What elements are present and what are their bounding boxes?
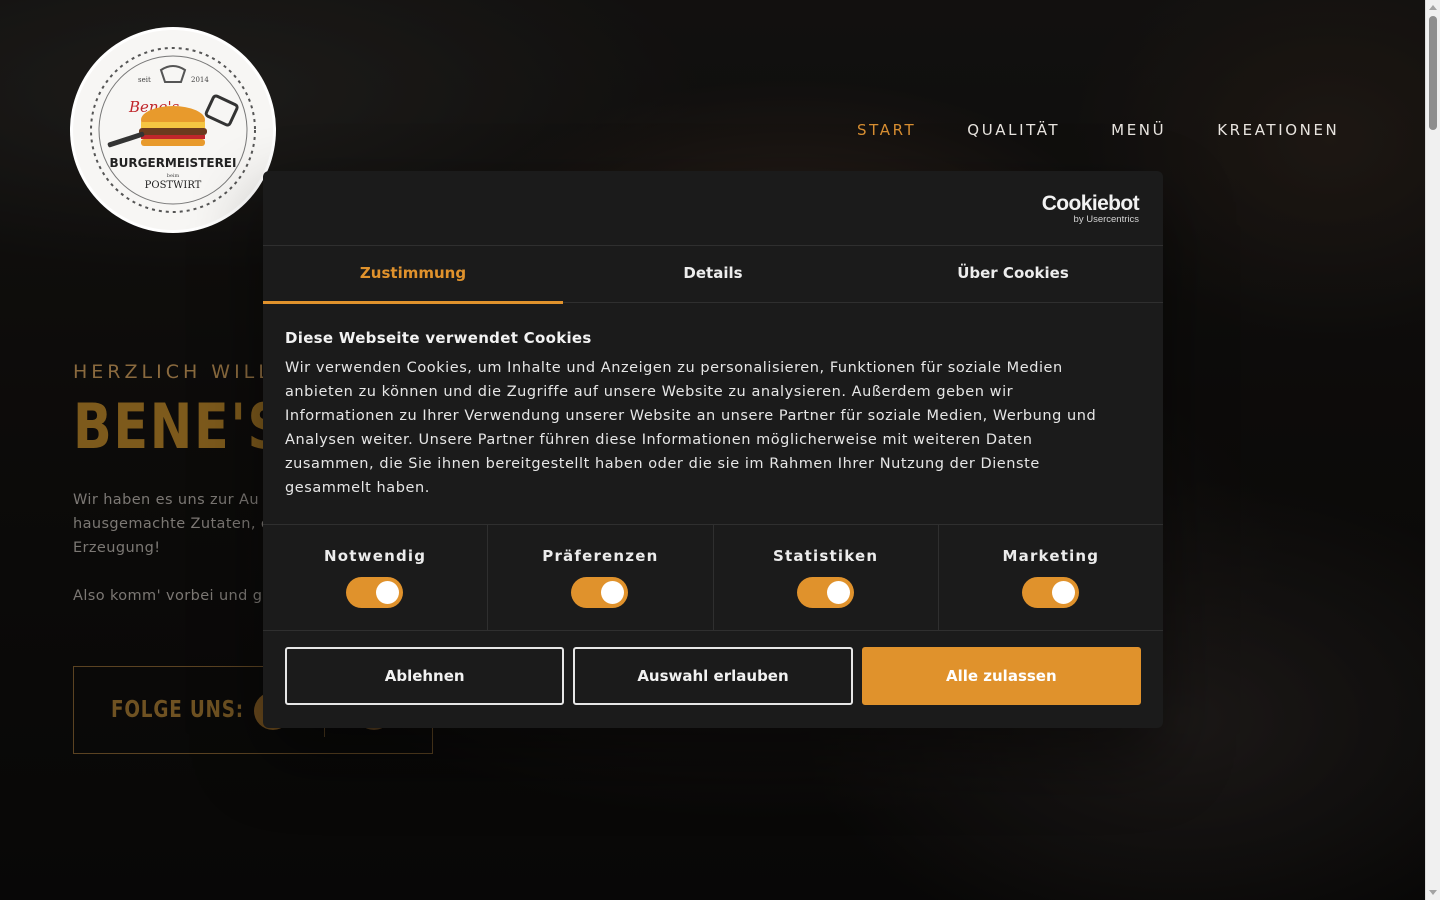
- toggle-label: Marketing: [1002, 547, 1100, 565]
- description-line: Analysen weiter. Unsere Partner führen d…: [285, 432, 1033, 448]
- nav-item-kreationen[interactable]: KREATIONEN: [1217, 121, 1339, 139]
- nav-item-qualitaet[interactable]: QUALITÄT: [967, 121, 1060, 139]
- toggle-cell-statistiken: Statistiken: [714, 525, 939, 630]
- toggle-praeferenzen[interactable]: [571, 577, 629, 608]
- toggle-knob: [601, 581, 625, 604]
- dialog-tabs: Zustimmung Details Über Cookies: [263, 246, 1163, 304]
- burger-logo-icon: seit 2014 Bene's BURGERMEISTEREI beim PO…: [90, 47, 256, 213]
- allow-selection-button[interactable]: Auswahl erlauben: [573, 647, 853, 705]
- svg-text:seit: seit: [138, 76, 151, 84]
- toggle-knob: [376, 581, 400, 604]
- hero-title: BENE'S: [73, 390, 286, 463]
- page-scrollbar[interactable]: [1425, 0, 1440, 900]
- description-line: zusammen, die Sie ihnen bereitgestellt h…: [285, 456, 1040, 472]
- dialog-header: Cookiebot by Usercentrics: [263, 171, 1163, 246]
- description-line: anbieten zu können und die Zugriffe auf …: [285, 384, 1014, 400]
- hero-text: Wir haben es uns zur Au hausgemachte Zut…: [73, 488, 263, 608]
- decline-button[interactable]: Ablehnen: [285, 647, 565, 705]
- toggle-label: Präferenzen: [542, 547, 659, 565]
- hero-text-line: Also komm' vorbei und g: [73, 588, 263, 604]
- nav-item-start[interactable]: START: [857, 121, 916, 139]
- allow-all-button[interactable]: Alle zulassen: [861, 647, 1141, 705]
- tab-zustimmung[interactable]: Zustimmung: [263, 246, 563, 304]
- tab-details[interactable]: Details: [563, 246, 863, 302]
- scroll-up-arrow-icon[interactable]: [1429, 5, 1437, 10]
- description-line: gesammelt haben.: [285, 480, 430, 496]
- toggle-notwendig[interactable]: [346, 577, 404, 608]
- description-line: Informationen zu Ihrer Verwendung unsere…: [285, 408, 1097, 424]
- dialog-body: Diese Webseite verwendet Cookies Wir ver…: [263, 303, 1163, 524]
- svg-text:2014: 2014: [191, 76, 209, 84]
- tab-ueber-cookies[interactable]: Über Cookies: [863, 246, 1163, 302]
- hero-text-line: Wir haben es uns zur Au: [73, 492, 259, 508]
- dialog-buttons: Ablehnen Auswahl erlauben Alle zulassen: [263, 631, 1163, 705]
- hero-welcome: HERZLICH WILL: [73, 361, 273, 383]
- dialog-description: Wir verwenden Cookies, um Inhalte und An…: [285, 356, 1141, 500]
- toggle-knob: [826, 581, 850, 604]
- cookiebot-brand-sub: by Usercentrics: [1073, 214, 1139, 225]
- dialog-title: Diese Webseite verwendet Cookies: [285, 329, 592, 347]
- description-line: Wir verwenden Cookies, um Inhalte und An…: [285, 360, 1063, 376]
- scroll-down-arrow-icon[interactable]: [1429, 890, 1437, 895]
- toggle-label: Notwendig: [324, 547, 427, 565]
- toggle-cell-notwendig: Notwendig: [263, 525, 489, 630]
- scrollbar-thumb[interactable]: [1429, 16, 1437, 130]
- cookiebot-logo[interactable]: Cookiebot by Usercentrics: [1041, 192, 1140, 225]
- main-nav: START QUALITÄT MENÜ KREATIONEN: [857, 121, 1339, 139]
- cookiebot-brand: Cookiebot: [1041, 192, 1140, 215]
- svg-text:POSTWIRT: POSTWIRT: [145, 180, 202, 191]
- follow-us-label: FOLGE UNS:: [111, 697, 244, 723]
- nav-item-menue[interactable]: MENÜ: [1111, 121, 1166, 139]
- toggle-cell-marketing: Marketing: [939, 525, 1163, 630]
- consent-toggles: Notwendig Präferenzen Statistiken Market…: [263, 524, 1163, 631]
- toggle-marketing[interactable]: [1021, 577, 1079, 608]
- toggle-label: Statistiken: [772, 547, 879, 565]
- hero-text-line: Erzeugung!: [73, 540, 161, 556]
- toggle-statistiken[interactable]: [796, 577, 854, 608]
- toggle-cell-praeferenzen: Präferenzen: [488, 525, 714, 630]
- hero-text-line: hausgemachte Zutaten, d: [73, 516, 263, 532]
- site-logo[interactable]: seit 2014 Bene's BURGERMEISTEREI beim PO…: [73, 30, 273, 230]
- toggle-knob: [1051, 581, 1075, 604]
- svg-text:beim: beim: [167, 173, 180, 179]
- svg-text:BURGERMEISTEREI: BURGERMEISTEREI: [110, 156, 237, 170]
- cookie-consent-dialog: Cookiebot by Usercentrics Zustimmung Det…: [263, 171, 1163, 728]
